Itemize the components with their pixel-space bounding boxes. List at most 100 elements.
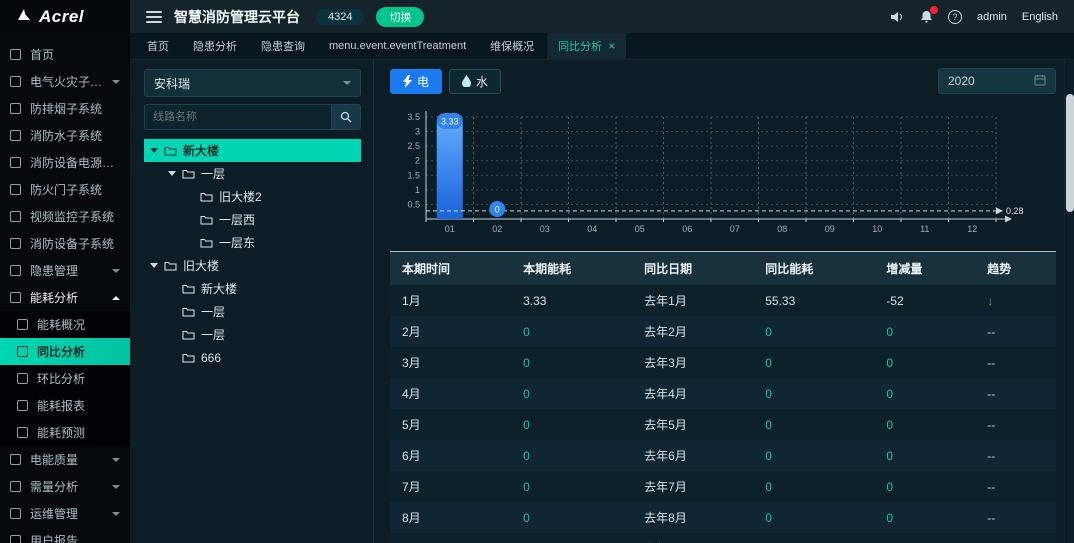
water-toggle-button[interactable]: 水 xyxy=(449,68,502,94)
tree-node-label: 新大楼 xyxy=(183,144,220,158)
sidebar-item-label: 能耗概况 xyxy=(37,318,86,332)
col-header-同比日期: 同比日期 xyxy=(632,251,754,285)
sidebar-item-防火门子系统[interactable]: 防火门子系统 xyxy=(0,176,130,203)
sidebar-item-消防水子系统[interactable]: 消防水子系统 xyxy=(0,122,130,149)
yoy-bar-chart[interactable]: 0.5 1 1.5 2 2.5 3 3.5 0.28 01 02 03 04 05 06 07 08 09 10 1… xyxy=(390,101,1056,243)
sidebar-item-能耗报表[interactable]: 能耗报表 xyxy=(0,392,130,419)
scrollbar-thumb[interactable] xyxy=(1066,94,1074,212)
notification-bell-icon[interactable] xyxy=(920,5,939,23)
sidebar-item-防排烟子系统[interactable]: 防排烟子系统 xyxy=(0,95,130,122)
search-icon[interactable] xyxy=(331,104,361,130)
table-row: 8月 0 去年8月 0 0 -- xyxy=(390,502,1056,533)
sidebar-item-label: 隐患管理 xyxy=(30,264,79,278)
brand-logo-icon xyxy=(16,8,32,25)
tab-隐患查询[interactable]: 隐患查询 xyxy=(250,33,316,59)
tab-label: 隐患查询 xyxy=(261,41,305,53)
electric-toggle-button[interactable]: 电 xyxy=(390,68,443,94)
sidebar-collapse-icon[interactable] xyxy=(146,10,162,23)
language-switch[interactable]: English xyxy=(1022,11,1058,23)
table-cell: -- xyxy=(987,479,996,494)
line-search-input[interactable] xyxy=(144,104,331,130)
sidebar-item-需量分析[interactable]: 需量分析 xyxy=(0,473,130,500)
tree-node-label: 旧大楼2 xyxy=(219,190,262,204)
table-cell: 0 xyxy=(523,417,530,432)
tab-首页[interactable]: 首页 xyxy=(136,33,180,59)
yoy-table: 本期时间 本期能耗 同比日期 同比能耗 增减量 趋势 1月 3.33 去年1月 55.33 -52… xyxy=(390,251,1056,543)
calendar-icon xyxy=(1034,74,1046,89)
year-select[interactable]: 2020 xyxy=(938,68,1056,94)
tree-node-一层[interactable]: 一层 xyxy=(144,323,361,346)
sidebar-item-label: 消防设备子系统 xyxy=(30,237,115,251)
table-cell: 去年8月 xyxy=(644,511,687,525)
table-cell: 3.33 xyxy=(523,293,547,308)
table-cell: 1月 xyxy=(402,294,421,308)
tree-node-一层西[interactable]: 一层西 xyxy=(144,208,361,231)
year-select-value: 2020 xyxy=(948,74,975,88)
sidebar-item-视频监控子系统[interactable]: 视频监控子系统 xyxy=(0,203,130,230)
energy-analysis-icon xyxy=(10,292,21,303)
help-icon[interactable]: ? xyxy=(947,9,962,24)
switch-button[interactable]: 切换 xyxy=(376,6,425,27)
sidebar-item-能耗预测[interactable]: 能耗预测 xyxy=(0,419,130,446)
table-cell: 0 xyxy=(511,533,632,543)
table-cell: 0 xyxy=(523,355,530,370)
sidebar-item-消防设备子系统[interactable]: 消防设备子系统 xyxy=(0,230,130,257)
table-cell: 去年1月 xyxy=(644,294,687,308)
sidebar-item-同比分析[interactable]: 同比分析 xyxy=(0,338,130,365)
org-select[interactable]: 安科瑞 xyxy=(144,69,361,97)
tab-bar: 首页 隐患分析 隐患查询 menu.event.eventTreatment 维保概况同… xyxy=(130,33,1074,60)
table-cell: 0 xyxy=(753,533,874,543)
folder-icon xyxy=(200,237,213,248)
tree-node-旧大楼[interactable]: 旧大楼 xyxy=(144,254,361,277)
sidebar-item-label: 能耗分析 xyxy=(30,291,79,305)
fire-water-icon xyxy=(10,130,21,141)
table-row: 2月 0 去年2月 0 0 -- xyxy=(390,316,1056,347)
tree-node-一层[interactable]: 一层 xyxy=(144,300,361,323)
tab-同比分析[interactable]: 同比分析 × xyxy=(547,33,627,59)
sidebar-item-用户报告[interactable]: 用户报告 xyxy=(0,527,130,543)
sidebar-item-电气火灾子系统[interactable]: 电气火灾子系统 xyxy=(0,68,130,95)
tab-close-icon[interactable]: × xyxy=(608,39,615,53)
tree-node-label: 一层东 xyxy=(219,236,256,250)
tab-label: menu.event.eventTreatment xyxy=(329,40,467,52)
sidebar-item-隐患管理[interactable]: 隐患管理 xyxy=(0,257,130,284)
device-power-icon xyxy=(10,157,21,168)
sidebar-item-电能质量[interactable]: 电能质量 xyxy=(0,446,130,473)
sidebar-item-运维管理[interactable]: 运维管理 xyxy=(0,500,130,527)
col-header-趋势: 趋势 xyxy=(975,251,1056,285)
tree-node-一层东[interactable]: 一层东 xyxy=(144,231,361,254)
table-cell: -- xyxy=(987,355,996,370)
sidebar-item-能耗概况[interactable]: 能耗概况 xyxy=(0,311,130,338)
tree-node-一层[interactable]: 一层 xyxy=(144,162,361,185)
tab-label: 同比分析 xyxy=(558,41,603,53)
svg-text:3.33: 3.33 xyxy=(441,116,459,126)
table-cell: 0 xyxy=(765,479,772,494)
sidebar-item-能耗分析[interactable]: 能耗分析 xyxy=(0,284,130,311)
bar-chart-svg[interactable]: 0.5 1 1.5 2 2.5 3 3.5 0.28 01 02 03 04 05 06 07 08 09 10 1… xyxy=(390,101,1042,243)
sidebar-item-首页[interactable]: 首页 xyxy=(0,41,130,68)
fire-door-icon xyxy=(10,184,21,195)
tree-node-新大楼[interactable]: 新大楼 xyxy=(144,139,361,162)
volume-icon[interactable] xyxy=(890,11,905,23)
sidebar-item-label: 首页 xyxy=(30,48,55,62)
demand-analysis-icon xyxy=(10,481,21,492)
tab-menu.event.eventTreatment[interactable]: menu.event.eventTreatment xyxy=(318,33,477,59)
tree-node-新大楼[interactable]: 新大楼 xyxy=(144,277,361,300)
folder-icon xyxy=(182,329,195,340)
svg-text:02: 02 xyxy=(492,224,502,234)
sidebar-item-环比分析[interactable]: 环比分析 xyxy=(0,365,130,392)
sidebar-item-消防设备电源子系统[interactable]: 消防设备电源子系统 xyxy=(0,149,130,176)
tab-维保概况[interactable]: 维保概况 xyxy=(479,33,545,59)
svg-text:1: 1 xyxy=(415,185,420,195)
table-cell: 0 xyxy=(765,448,772,463)
tree-node-666[interactable]: 666 xyxy=(144,346,361,369)
top-header: 智慧消防管理云平台 4324 切换 ? admin English xyxy=(130,0,1074,33)
tab-隐患分析[interactable]: 隐患分析 xyxy=(182,33,248,59)
table-cell: 55.33 xyxy=(765,293,796,308)
vertical-scrollbar[interactable] xyxy=(1064,60,1074,543)
table-cell: 去年4月 xyxy=(644,387,687,401)
app-window: Acrel 智慧消防管理云平台 4324 切换 ? admin English … xyxy=(0,0,1074,543)
tree-node-旧大楼2[interactable]: 旧大楼2 xyxy=(144,185,361,208)
table-cell: 5月 xyxy=(402,418,421,432)
user-menu[interactable]: admin xyxy=(977,11,1007,23)
